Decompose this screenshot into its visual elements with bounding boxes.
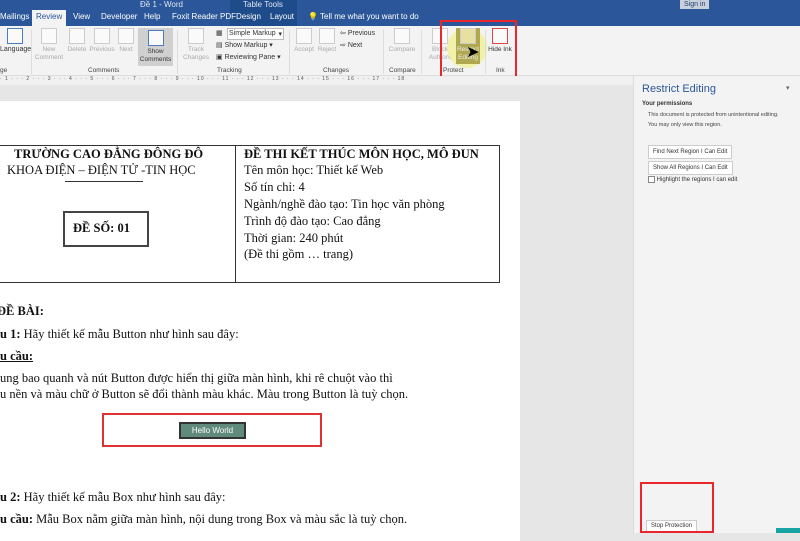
label: Previous	[89, 46, 115, 53]
pane-title: Restrict Editing	[642, 83, 716, 95]
show-comments-icon	[147, 30, 164, 46]
reject-button[interactable]: Reject	[316, 28, 338, 54]
permission-message: You may only view this region.	[648, 122, 722, 128]
next-comment-button[interactable]: Next	[116, 28, 136, 54]
hello-world-button[interactable]: Hello World	[179, 422, 246, 439]
info-line: Tên môn học: Thiết kế Web	[244, 163, 384, 177]
comments-group-label: Comments	[88, 67, 120, 74]
reviewing-pane-button[interactable]: ▣ Reviewing Pane ▾	[216, 53, 281, 61]
pane-options-chevron-icon[interactable]: ▾	[786, 84, 790, 92]
accept-icon	[296, 28, 312, 44]
tell-me-search[interactable]: Tell me what you want to do	[316, 10, 423, 23]
q2-requirement-text: Mẫu Box nằm giữa màn hình, nội dung tron…	[33, 512, 408, 526]
tab-mailings[interactable]: Mailings	[0, 10, 33, 23]
previous-comment-button[interactable]: Previous	[88, 28, 116, 54]
new-comment-icon	[41, 28, 57, 44]
delete-comment-button[interactable]: Delete	[64, 28, 90, 54]
track-changes-button[interactable]: Track Changes	[181, 28, 211, 62]
label: Next	[347, 42, 363, 49]
changes-group-label: Changes	[323, 67, 350, 74]
label: Accept	[294, 46, 314, 53]
permission-message: This document is protected from unintent…	[648, 112, 779, 118]
sign-in-button[interactable]: Sign in	[680, 0, 710, 9]
tab-view[interactable]: View	[69, 10, 94, 23]
find-next-region-button[interactable]: Find Next Region I Can Edit	[648, 145, 733, 159]
faculty-name: KHOA ĐIỆN – ĐIỆN TỬ -TIN HỌC	[7, 163, 196, 177]
info-line: (Đề thi gồm … trang)	[244, 247, 354, 261]
label: Delete	[67, 46, 87, 53]
compare-button[interactable]: Compare	[386, 28, 418, 54]
ribbon: Language ge New Comment Delete Previous …	[0, 26, 800, 76]
title-bar: Đề 1 - Word Table Tools Sign in Mailings…	[0, 0, 800, 26]
label: New Comment	[34, 46, 64, 61]
highlight-box-stop	[640, 482, 714, 533]
restrict-editing-pane: Restrict Editing ▾ Your permissions This…	[633, 76, 800, 533]
label: Reject	[317, 46, 337, 53]
horizontal-ruler: · 1 · · · 2 · · · 3 · · · 4 · · · 5 · · …	[0, 76, 633, 85]
exam-number-box: ĐỀ SỐ: 01	[63, 211, 149, 247]
tab-layout[interactable]: Layout	[266, 10, 298, 23]
delete-icon	[69, 28, 85, 44]
q2-label: u 2:	[0, 490, 21, 504]
document-page: TRƯỜNG CAO ĐẲNG ĐÔNG ĐÔ KHOA ĐIỆN – ĐIỆN…	[0, 101, 520, 541]
q2-text: Hãy thiết kế mẫu Box như hình sau đây:	[20, 490, 226, 504]
compare-group-label: Compare	[389, 67, 416, 74]
tab-design[interactable]: Design	[232, 10, 265, 23]
label: Previous	[347, 30, 376, 37]
permissions-heading: Your permissions	[642, 101, 693, 107]
info-line: Thời gian: 240 phút	[244, 231, 344, 245]
label: Show Markup	[224, 42, 268, 49]
tracking-group-label: Tracking	[217, 67, 242, 74]
next-change-button[interactable]: ⇨ Next	[340, 41, 362, 49]
info-line: Trình độ đào tạo: Cao đẳng	[244, 214, 381, 228]
next-icon	[118, 28, 134, 44]
label: Highlight the regions I can edit	[656, 177, 738, 184]
q2-requirement-label: u cầu:	[0, 512, 33, 526]
document-title: Đề 1 - Word	[140, 0, 183, 9]
checkbox-icon	[648, 176, 655, 183]
table-tools-label: Table Tools	[243, 0, 283, 9]
chevron-down-icon: ▾	[278, 31, 282, 38]
label: Track Changes	[182, 46, 210, 61]
info-line: Số tín chỉ: 4	[244, 180, 305, 194]
highlight-regions-checkbox[interactable]: Highlight the regions I can edit	[648, 176, 737, 183]
previous-change-button[interactable]: ⇦ Previous	[340, 29, 375, 37]
language-group-label: ge	[0, 67, 8, 74]
requirement-label: u cầu:	[0, 349, 33, 363]
requirement-text: ung bao quanh và nút Button được hiển th…	[0, 371, 393, 385]
language-icon	[7, 28, 23, 44]
language-label: Language	[0, 46, 32, 53]
q1-text: Hãy thiết kế mẫu Button như hình sau đây…	[20, 327, 239, 341]
label: Next	[119, 46, 133, 53]
new-comment-button[interactable]: New Comment	[34, 28, 64, 62]
requirement-text: u nền và màu chữ ở Button sẽ đổi thành m…	[0, 387, 409, 401]
tab-developer[interactable]: Developer	[97, 10, 141, 23]
info-line: Ngành/nghề đào tạo: Tin học văn phòng	[244, 197, 445, 211]
show-all-regions-button[interactable]: Show All Regions I Can Edit	[648, 161, 733, 175]
q1-label: u 1:	[0, 327, 21, 341]
show-markup-button[interactable]: ▤ Show Markup ▾	[216, 41, 273, 49]
label: Show Comments	[139, 48, 172, 63]
language-button[interactable]: Language	[0, 28, 32, 54]
section-heading: ĐỀ BÀI:	[0, 304, 44, 318]
school-name: TRƯỜNG CAO ĐẲNG ĐÔNG ĐÔ	[14, 147, 204, 161]
document-area: TRƯỜNG CAO ĐẲNG ĐÔNG ĐÔ KHOA ĐIỆN – ĐIỆN…	[0, 85, 633, 541]
tab-foxit[interactable]: Foxit Reader PDF	[168, 10, 240, 23]
tab-help[interactable]: Help	[140, 10, 164, 23]
track-changes-icon	[188, 28, 204, 44]
reject-icon	[319, 28, 335, 44]
tab-review[interactable]: Review	[32, 10, 67, 26]
accept-button[interactable]: Accept	[292, 28, 316, 54]
markup-select[interactable]: Simple Markup ▾	[227, 28, 284, 40]
exam-title: ĐỀ THI KẾT THÚC MÔN HỌC, MÔ ĐUN	[244, 147, 479, 161]
markup-icon: ▦	[216, 30, 223, 37]
label: Compare	[388, 46, 416, 53]
compare-icon	[394, 28, 410, 44]
label: Reviewing Pane	[224, 54, 276, 61]
markup-select-value: Simple Markup	[229, 30, 276, 37]
show-comments-button[interactable]: Show Comments	[138, 28, 173, 66]
previous-icon	[94, 28, 110, 44]
